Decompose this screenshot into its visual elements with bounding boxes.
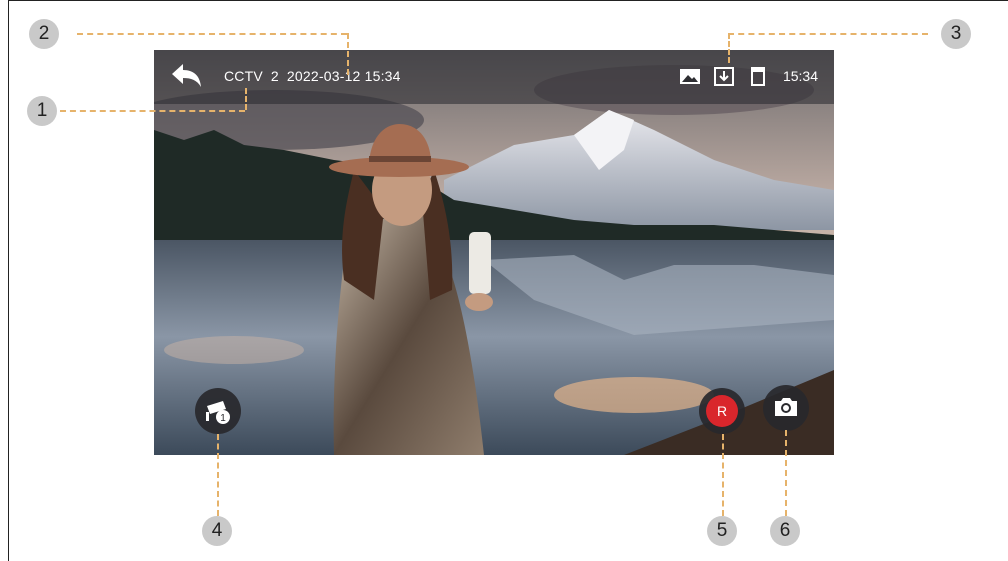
record-label: R	[717, 403, 727, 419]
monitor-badge-number: 1	[220, 413, 226, 424]
callout-badge-6: 6	[770, 516, 800, 546]
callout-badge-2: 2	[29, 19, 59, 49]
cctv-camera-icon: 1	[206, 401, 230, 424]
callout-line-3-vertical	[728, 33, 730, 63]
record-icon: R	[706, 395, 738, 427]
camera-icon	[775, 398, 797, 416]
callout-badge-1: 1	[27, 96, 57, 126]
recording-datetime: 2022-03-12 15:34	[286, 68, 401, 84]
snapshot-button[interactable]	[763, 385, 809, 431]
record-button[interactable]: R	[699, 388, 745, 434]
callout-line-1-vertical	[245, 88, 247, 110]
callout-line-2	[77, 33, 347, 35]
callout-badge-3: 3	[941, 19, 971, 49]
callout-line-4	[217, 434, 219, 516]
top-status-bar: CCTV 2 2022-03-12 15:34 15:34	[154, 50, 834, 104]
camera-name: CCTV	[224, 68, 263, 84]
clock-text: 15:34	[782, 68, 818, 84]
monitor-camera-button[interactable]: 1	[195, 388, 241, 434]
callout-line-6	[785, 430, 787, 516]
status-icons: 15:34	[667, 64, 818, 88]
callout-line-3	[728, 33, 928, 35]
back-arrow-icon[interactable]	[168, 61, 204, 91]
camera-title: CCTV 2 2022-03-12 15:34	[224, 68, 409, 84]
download-icon[interactable]	[713, 66, 735, 86]
sd-card-icon[interactable]	[747, 66, 769, 86]
callout-badge-5: 5	[707, 516, 737, 546]
callout-line-5	[722, 434, 724, 516]
image-icon[interactable]	[679, 66, 701, 86]
callout-line-2-vertical	[347, 33, 349, 75]
callout-badge-4: 4	[202, 516, 232, 546]
callout-line-1	[60, 110, 245, 112]
live-view-screen: CCTV 2 2022-03-12 15:34 15:34 1 R	[154, 50, 834, 455]
camera-number: 2	[270, 68, 279, 84]
